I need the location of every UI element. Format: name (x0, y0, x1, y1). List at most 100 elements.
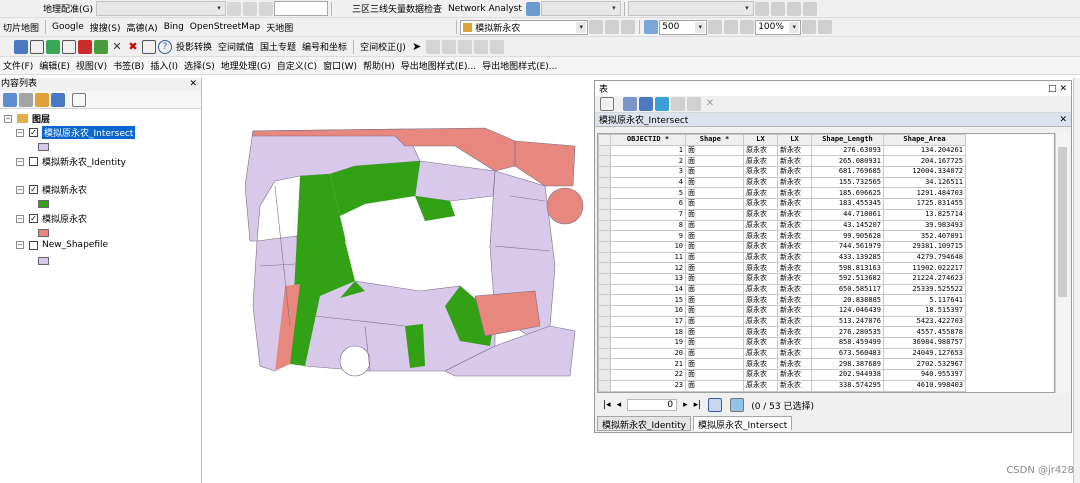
table-cell[interactable]: 513.247076 (811, 315, 884, 328)
table-cell[interactable]: 原永农 (743, 347, 778, 360)
table-cell[interactable]: 原永农 (743, 379, 778, 392)
row-selector[interactable] (598, 208, 611, 221)
table-cell[interactable]: 1 (610, 144, 686, 157)
table-cell[interactable]: 原永农 (743, 144, 778, 157)
table-cell[interactable]: 新永农 (777, 219, 812, 232)
table-cell[interactable]: 298.387689 (811, 358, 884, 371)
menu-select[interactable]: 选择(S) (181, 58, 218, 74)
table-cell[interactable]: 11902.022217 (883, 262, 966, 274)
table-cell[interactable]: 2 (610, 155, 686, 168)
column-header[interactable]: Shape_Area (883, 134, 966, 146)
table-cell[interactable]: 433.139285 (811, 251, 884, 264)
table-cell[interactable]: 原永农 (743, 155, 778, 168)
table-cell[interactable]: 新永农 (777, 358, 812, 371)
table-row[interactable]: 7 面原永农 新永农 44.710061 13.825714 (598, 208, 966, 221)
row-selector[interactable] (598, 337, 611, 349)
spatial-correct-menu[interactable]: 空间校正(J) (357, 39, 409, 55)
table-cell[interactable]: 598.813163 (811, 262, 884, 274)
table-row[interactable]: 23 面原永农 新永农 338.574295 4610.998403 (598, 379, 966, 392)
row-selector[interactable] (598, 144, 611, 157)
table-row[interactable]: 21 面原永农 新永农 298.387689 2702.532967 (598, 358, 966, 371)
switch-selection-icon[interactable] (655, 97, 669, 111)
table-cell[interactable]: 新永农 (777, 379, 812, 392)
table-cell[interactable]: 面 (685, 337, 744, 349)
row-selector[interactable] (598, 272, 611, 285)
square-icon[interactable] (30, 39, 44, 54)
column-header[interactable]: LX (743, 134, 778, 146)
row-selector[interactable] (598, 240, 611, 253)
column-header[interactable]: OBJECTID * (610, 134, 686, 146)
table-cell[interactable]: 新永农 (777, 144, 812, 157)
table-cell[interactable]: 21 (610, 358, 686, 371)
table-cell[interactable]: 5423.422703 (883, 315, 966, 328)
first-record-button[interactable]: |◂ (603, 400, 611, 410)
table-cell[interactable]: 16 (610, 305, 686, 317)
toc-layer-intersect[interactable]: − ✓ 模拟原永农_Intersect (16, 126, 136, 139)
table-row[interactable]: 4 面原永农 新永农 155.732565 34.126511 (598, 176, 966, 189)
show-all-records-icon[interactable] (708, 398, 723, 412)
list-by-visibility-icon[interactable] (35, 92, 49, 107)
rotation-input[interactable] (274, 1, 328, 16)
network-analyst-menu[interactable]: Network Analyst (445, 1, 525, 17)
scale-icon[interactable] (644, 20, 659, 34)
table-cell[interactable]: 新永农 (777, 198, 812, 210)
list-by-selection-icon[interactable] (51, 92, 65, 107)
table-cell[interactable]: 面 (685, 251, 744, 264)
table-cell[interactable]: 9 (610, 230, 686, 242)
check-tool-menu[interactable]: 三区三线矢量数据检查 (349, 1, 445, 17)
table-cell[interactable]: 新永农 (777, 240, 812, 253)
table-cell[interactable]: 22 (610, 369, 686, 381)
column-header[interactable]: LX (777, 134, 812, 146)
select-by-attributes-icon[interactable] (639, 97, 653, 111)
layer-checkbox[interactable]: ✓ (29, 185, 38, 194)
vertical-scrollbar[interactable] (1055, 133, 1069, 393)
scale-combo[interactable]: 500 ▾ (659, 19, 708, 35)
close-icon[interactable]: ✕ (1059, 115, 1067, 125)
toc-layer-shapefile[interactable]: − New_Shapefile (16, 240, 108, 250)
collapse-icon[interactable]: − (16, 241, 24, 249)
zoom-combo[interactable]: 100% ▾ (755, 19, 802, 35)
table-cell[interactable]: 面 (685, 144, 744, 157)
table-cell[interactable]: 新永农 (777, 305, 812, 317)
restore-icon[interactable]: □ (1048, 84, 1057, 94)
options-icon[interactable] (72, 92, 86, 107)
gaode-menu[interactable]: 高德(A) (124, 19, 161, 35)
table-cell[interactable]: 原永农 (743, 187, 778, 200)
table-cell[interactable]: 14 (610, 283, 686, 296)
column-header[interactable]: Shape_Length (811, 134, 884, 146)
table-cell[interactable]: 原永农 (743, 219, 778, 232)
table-cell[interactable]: 新永农 (777, 272, 812, 285)
projection-menu[interactable]: 投影转换 (173, 39, 215, 55)
table-cell[interactable]: 44.710061 (811, 208, 884, 221)
table-cell[interactable]: 265.080931 (811, 155, 884, 168)
table-cell[interactable]: 面 (685, 283, 744, 296)
table-cell[interactable]: 12004.334072 (883, 166, 966, 178)
network-window-icon[interactable] (525, 1, 540, 16)
table-cell[interactable]: 13 (610, 272, 686, 285)
attribute-grid[interactable]: OBJECTID * Shape * LX LX Shape_Length Shape_A… (597, 133, 1055, 393)
table-cell[interactable]: 18.515397 (883, 305, 966, 317)
table-cell[interactable]: 6 (610, 198, 686, 210)
menu-help[interactable]: 帮助(H) (360, 58, 398, 74)
list-by-drawing-order-icon[interactable] (3, 92, 17, 107)
table-cell[interactable]: 原永农 (743, 240, 778, 253)
table-cell[interactable]: 原永农 (743, 230, 778, 242)
table-cell[interactable]: 21224.274623 (883, 272, 966, 285)
table-cell[interactable]: 15 (610, 294, 686, 306)
table-row[interactable]: 3 面原永农 新永农 681.769685 12004.334072 (598, 166, 966, 178)
layer-checkbox[interactable] (29, 157, 38, 166)
table-cell[interactable]: 39.983493 (883, 219, 966, 232)
table-cell[interactable]: 新永农 (777, 187, 812, 200)
sogou-menu[interactable]: 搜搜(S) (87, 19, 124, 35)
row-selector[interactable] (598, 155, 611, 168)
row-selector[interactable] (598, 166, 611, 178)
table-cell[interactable]: 155.732565 (811, 176, 884, 189)
table-cell[interactable]: 原永农 (743, 326, 778, 339)
menu-export-style-2[interactable]: 导出地图样式(E)... (479, 58, 560, 74)
collapse-icon[interactable]: − (16, 128, 24, 137)
tab-identity[interactable]: 模拟新永农_Identity (597, 416, 691, 431)
column-header[interactable]: Shape * (685, 134, 744, 146)
table-cell[interactable]: 185.696625 (811, 187, 884, 200)
table-cell[interactable]: 2702.532967 (883, 358, 966, 371)
map-cut-menu[interactable]: 切片地图 (0, 19, 42, 35)
